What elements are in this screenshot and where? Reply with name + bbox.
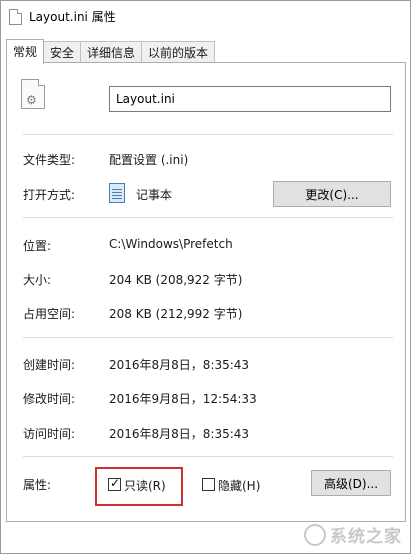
separator	[23, 456, 393, 457]
file-type-value: 配置设置 (.ini)	[109, 153, 189, 167]
title-bar: Layout.ini 属性	[1, 1, 410, 31]
watermark: 系统之家	[304, 522, 402, 547]
readonly-checkbox[interactable]: ✓	[108, 476, 121, 491]
window-title: Layout.ini 属性	[29, 10, 116, 24]
general-panel	[6, 62, 406, 522]
size-label: 大小:	[23, 273, 52, 287]
readonly-label[interactable]: 只读(R)	[124, 477, 166, 494]
properties-window: Layout.ini 属性 常规 安全 详细信息 以前的版本 ⚙ 文件类型: 配…	[0, 0, 411, 554]
location-value: C:\Windows\Prefetch	[109, 237, 233, 251]
modified-label: 修改时间:	[23, 392, 76, 406]
file-icon	[9, 9, 22, 25]
change-button[interactable]: 更改(C)...	[273, 181, 391, 207]
location-label: 位置:	[23, 239, 52, 253]
created-label: 创建时间:	[23, 358, 76, 372]
size-value: 204 KB (208,922 字节)	[109, 273, 243, 287]
tab-previous-versions[interactable]: 以前的版本	[141, 41, 216, 63]
attributes-label: 属性:	[23, 478, 52, 492]
check-icon: ✓	[110, 476, 121, 490]
disk-size-value: 208 KB (212,992 字节)	[109, 307, 243, 321]
opens-with-label: 打开方式:	[23, 188, 76, 202]
modified-value: 2016年9月8日，12:54:33	[109, 392, 257, 406]
tab-general[interactable]: 常规	[6, 39, 45, 64]
opens-with-value: 记事本	[136, 188, 173, 202]
notepad-icon	[109, 183, 125, 203]
advanced-button[interactable]: 高级(D)...	[311, 470, 391, 496]
accessed-value: 2016年8月8日，8:35:43	[109, 427, 250, 441]
tab-strip: 常规 安全 详细信息 以前的版本	[6, 39, 216, 64]
watermark-text: 系统之家	[330, 527, 402, 547]
disk-size-label: 占用空间:	[23, 307, 76, 321]
hidden-checkbox[interactable]	[202, 478, 215, 491]
watermark-logo-icon	[304, 523, 326, 546]
ini-settings-file-icon: ⚙	[21, 79, 45, 109]
separator	[23, 217, 393, 218]
tab-security[interactable]: 安全	[43, 41, 82, 63]
separator	[23, 134, 393, 135]
gear-icon: ⚙	[26, 93, 37, 107]
file-type-label: 文件类型:	[23, 153, 76, 167]
file-name-input[interactable]	[109, 86, 391, 112]
accessed-label: 访问时间:	[23, 427, 76, 441]
tab-details[interactable]: 详细信息	[80, 41, 143, 63]
hidden-label[interactable]: 隐藏(H)	[218, 477, 260, 494]
separator	[23, 337, 393, 338]
created-value: 2016年8月8日，8:35:43	[109, 358, 250, 372]
